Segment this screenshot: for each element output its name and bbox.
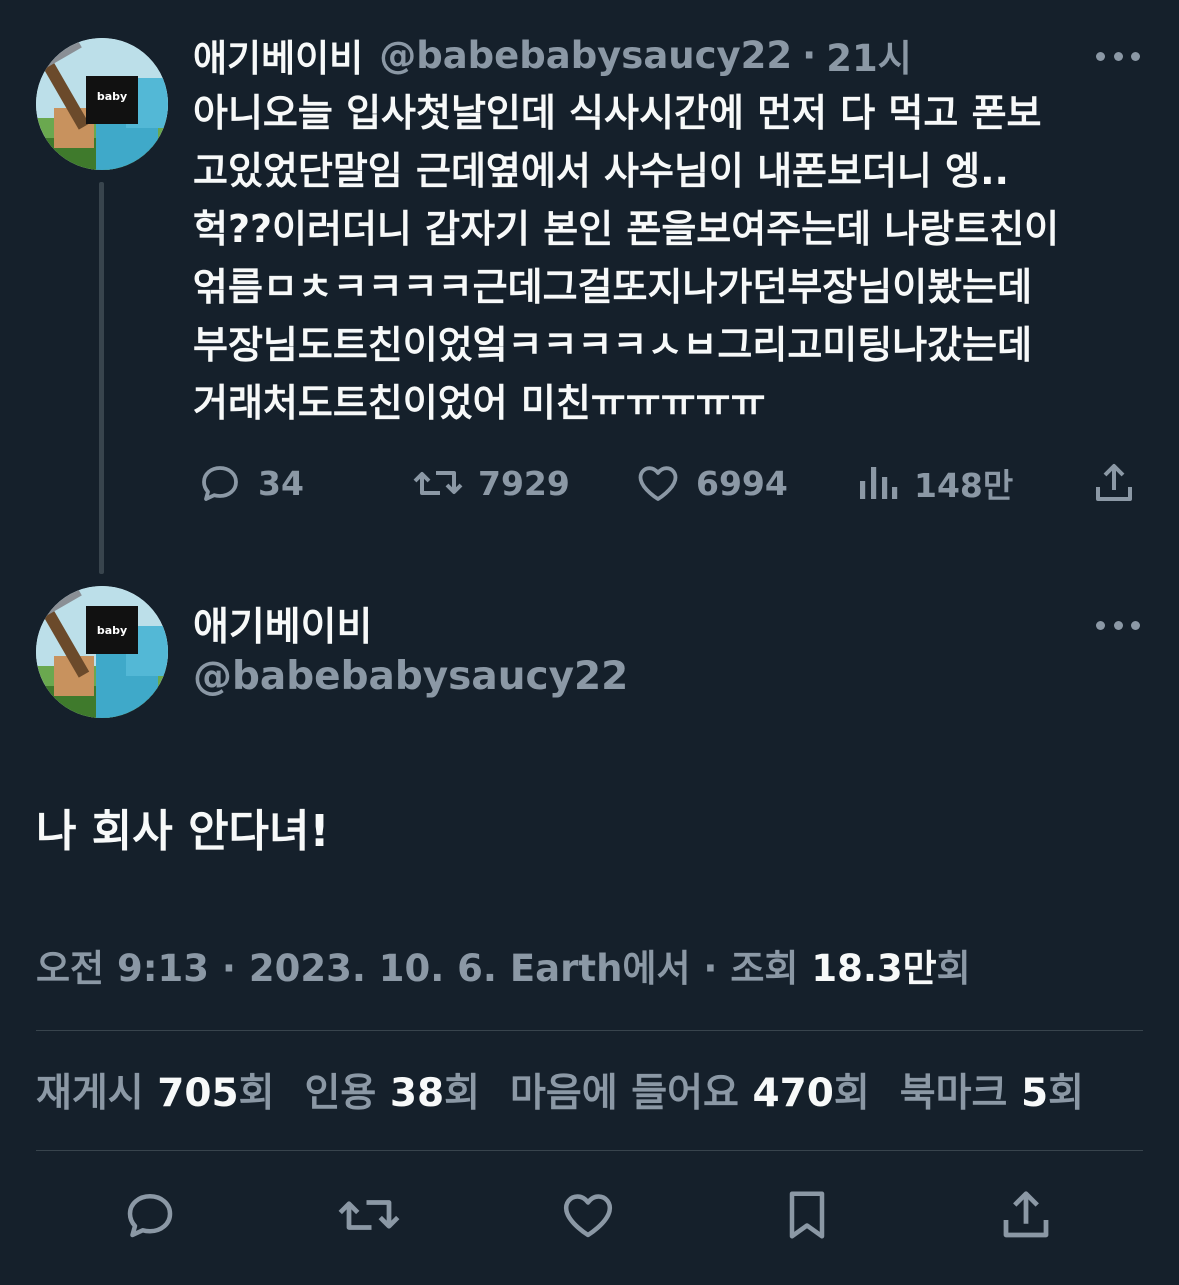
heart-icon <box>638 466 678 501</box>
avatar-badge-text: baby <box>97 90 127 103</box>
stat-bookmarks[interactable]: 북마크 5회 <box>900 1062 1084 1118</box>
views-suffix: 회 <box>936 947 971 990</box>
tweet-date[interactable]: 2023. 10. 6. <box>249 947 497 990</box>
author-handle[interactable]: @babebabysaucy22 <box>193 654 628 699</box>
stat-suffix: 회 <box>444 1071 481 1116</box>
stat-quotes[interactable]: 인용 38회 <box>305 1062 481 1118</box>
stat-suffix: 회 <box>1048 1071 1085 1116</box>
views-icon <box>860 467 898 499</box>
more-options-icon[interactable] <box>1096 48 1140 64</box>
stat-suffix: 회 <box>833 1071 870 1116</box>
author-name[interactable]: 애기베이비 <box>193 28 363 82</box>
like-count: 6994 <box>696 463 788 503</box>
share-icon <box>1096 464 1132 501</box>
reply-button[interactable]: 34 <box>196 459 304 507</box>
stat-reposts[interactable]: 재게시 705회 <box>36 1062 275 1118</box>
bottom-action-bar <box>0 1180 1179 1250</box>
retweet-count: 7929 <box>478 463 570 503</box>
stat-label: 인용 <box>304 1071 377 1116</box>
views-value: 18.3만 <box>811 947 937 990</box>
avatar[interactable]: baby <box>36 38 168 170</box>
stat-value: 705 <box>157 1071 239 1116</box>
bookmark-icon <box>789 1191 825 1239</box>
stat-value: 38 <box>389 1071 445 1116</box>
stat-suffix: 회 <box>238 1071 275 1116</box>
tweet-meta: 오전 9:13 · 2023. 10. 6. Earth에서 · 조회 18.3… <box>36 938 971 992</box>
stat-label: 마음에 들어요 <box>510 1071 739 1116</box>
meta-separator: · <box>703 947 718 990</box>
avatar-badge-text: baby <box>97 624 127 637</box>
reply-icon <box>202 466 238 501</box>
time-separator: · <box>802 33 817 77</box>
views-label: 조회 <box>730 947 799 990</box>
reply-icon <box>127 1194 173 1238</box>
tweet-time[interactable]: 21시 <box>826 28 912 82</box>
engagement-stats: 재게시 705회 인용 38회 마음에 들어요 470회 북마크 5회 <box>36 1062 1114 1118</box>
retweet-button[interactable] <box>334 1180 404 1250</box>
reply-count: 34 <box>258 463 304 503</box>
share-button[interactable] <box>1090 459 1138 507</box>
retweet-button[interactable]: 7929 <box>412 459 570 507</box>
avatar[interactable]: baby <box>36 586 168 718</box>
stat-value: 470 <box>752 1071 834 1116</box>
retweet-icon <box>338 1200 400 1230</box>
like-button[interactable] <box>553 1180 623 1250</box>
bookmark-button[interactable] <box>772 1180 842 1250</box>
heart-icon <box>563 1194 613 1238</box>
tweet-text: 나 회사 안다녀! <box>36 806 330 857</box>
reply-button[interactable] <box>115 1180 185 1250</box>
divider <box>36 1030 1143 1031</box>
author-handle[interactable]: @babebabysaucy22 <box>379 34 792 77</box>
tweet-text: 아니오늘 입사첫날인데 식사시간에 먼저 다 먹고 폰보 고있었단말임 근데옆에… <box>193 91 1060 425</box>
share-button[interactable] <box>991 1180 1061 1250</box>
thread-line <box>99 182 104 574</box>
tweet-header: 애기베이비 @babebabysaucy22 · 21시 <box>193 28 912 82</box>
stat-likes[interactable]: 마음에 들어요 470회 <box>510 1062 870 1118</box>
views-button[interactable]: 148만 <box>854 459 1013 507</box>
tweet-action-bar: 34 7929 6994 148만 <box>0 455 1179 515</box>
stat-label: 북마크 <box>899 1071 1008 1116</box>
author-name[interactable]: 애기베이비 <box>193 596 372 652</box>
more-options-icon[interactable] <box>1096 617 1140 633</box>
tweet-source: Earth에서 <box>509 947 691 990</box>
stat-value: 5 <box>1021 1071 1049 1116</box>
retweet-icon <box>413 471 463 495</box>
tweet-time[interactable]: 오전 9:13 <box>36 947 209 990</box>
views-count: 148만 <box>914 466 1014 505</box>
stat-label: 재게시 <box>36 1071 144 1116</box>
like-button[interactable]: 6994 <box>634 459 788 507</box>
divider <box>36 1150 1143 1151</box>
share-icon <box>1003 1191 1049 1238</box>
meta-separator: · <box>221 947 236 990</box>
